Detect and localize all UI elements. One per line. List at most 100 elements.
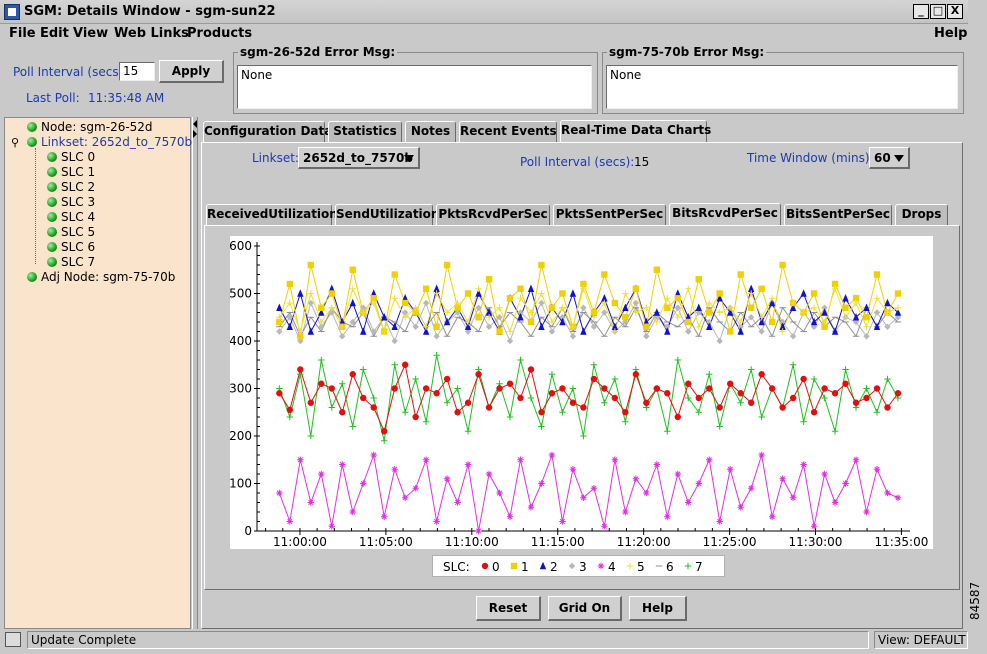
data-point	[559, 385, 566, 392]
minimize-button[interactable]: _	[913, 4, 929, 19]
data-point	[601, 523, 608, 530]
data-point	[664, 304, 671, 311]
tab-notes[interactable]: Notes	[405, 121, 456, 142]
legend-label: 5	[637, 560, 645, 574]
data-point	[674, 413, 681, 421]
menu-view[interactable]: View	[73, 26, 108, 41]
tree-node-slc6[interactable]: SLC 6	[47, 240, 95, 254]
subtab-pkts-rcvd-per-sec[interactable]: PktsRcvdPerSec	[436, 204, 550, 225]
slc-label: SLC 7	[61, 255, 96, 269]
status-ok-icon	[47, 152, 57, 162]
tree-node-linkset[interactable]: Linkset: 2652d_to_7570b	[27, 135, 192, 149]
data-point	[443, 261, 451, 269]
legend-label: 7	[695, 560, 703, 574]
tree-node-slc2[interactable]: SLC 2	[47, 180, 95, 194]
close-button[interactable]: X	[947, 4, 963, 19]
status-message: Update Complete	[27, 631, 869, 649]
data-point	[706, 309, 713, 316]
splitter[interactable]	[192, 117, 198, 629]
poll-interval-input[interactable]: 15	[119, 62, 155, 81]
help-button[interactable]: Help	[629, 596, 687, 621]
menu-edit[interactable]: Edit	[40, 26, 69, 41]
slc-label: SLC 5	[61, 225, 96, 239]
menu-products[interactable]: Products	[187, 26, 252, 41]
data-point	[318, 304, 325, 311]
data-point	[391, 271, 398, 278]
data-point	[464, 399, 472, 406]
data-point	[716, 290, 723, 297]
poll-interval-label: Poll Interval (secs)	[13, 65, 124, 79]
subtab-bits-sent-per-sec[interactable]: BitsSentPerSec	[784, 204, 892, 225]
data-point	[664, 513, 671, 520]
subtab-pkts-sent-per-sec[interactable]: PktsSentPerSec	[553, 204, 666, 225]
data-point	[727, 380, 734, 387]
data-point	[758, 285, 765, 292]
tree-node-slc3[interactable]: SLC 3	[47, 195, 95, 209]
menu-help[interactable]: Help	[934, 26, 967, 41]
tab-statistics[interactable]: Statistics	[328, 121, 402, 142]
x-tick-label: 11:25:00	[703, 535, 757, 549]
tree-node-slc0[interactable]: SLC 0	[47, 150, 95, 164]
expand-right-icon[interactable]	[193, 130, 197, 138]
bits-rcvd-chart: 600 500 400 300 200 100 0 11:00:00 11:05:00 11:10…	[230, 236, 933, 549]
data-point	[758, 371, 765, 378]
data-point	[800, 375, 807, 383]
data-point	[611, 394, 619, 402]
maximize-button[interactable]: □	[930, 4, 946, 19]
menu-bar: File Edit View Web Links Products Help	[0, 24, 968, 44]
apply-button[interactable]: Apply	[159, 60, 224, 83]
data-point	[527, 318, 535, 326]
tree-node-slc5[interactable]: SLC 5	[47, 225, 95, 239]
linkset-select-value: 2652d_to_7570b	[303, 151, 413, 165]
data-point	[852, 399, 860, 406]
data-point	[485, 404, 493, 411]
subtab-send-utilization[interactable]: SendUtilization	[335, 204, 439, 225]
tab-recent-events[interactable]: Recent Events	[459, 121, 557, 142]
status-ok-icon	[47, 257, 57, 267]
data-point	[695, 276, 702, 283]
grid-on-button[interactable]: Grid On	[548, 596, 622, 621]
status-bar: Update Complete View: DEFAULT	[0, 630, 968, 650]
app-icon	[4, 4, 20, 20]
menu-file[interactable]: File	[9, 26, 36, 41]
status-bar-icon	[5, 632, 21, 647]
tree-node-adj[interactable]: Adj Node: sgm-75-70b	[27, 270, 175, 284]
time-window-select[interactable]: 60	[869, 147, 910, 169]
tab-configuration-data[interactable]: Configuration Data	[203, 121, 332, 142]
subtab-bits-rcvd-per-sec[interactable]: BitsRcvdPerSec	[669, 203, 781, 226]
data-point	[286, 280, 294, 288]
tree-guide	[35, 148, 36, 264]
data-point	[626, 562, 634, 570]
tab-real-time-data-charts[interactable]: Real-Time Data Charts	[560, 120, 711, 143]
data-point	[328, 290, 335, 297]
data-point	[307, 261, 314, 269]
data-point	[768, 385, 776, 392]
poll-panel: Poll Interval (secs) 15 Apply Last Poll:…	[4, 48, 229, 114]
expand-key-icon[interactable]: ⚲	[11, 136, 19, 149]
time-window-value: 60	[874, 151, 891, 165]
time-window-label: Time Window (mins):	[747, 151, 874, 165]
data-point	[401, 361, 409, 368]
tree-node-slc7[interactable]: SLC 7	[47, 255, 95, 269]
y-tick-label: 600	[230, 239, 252, 253]
tree-node-label: Node: sgm-26-52d	[41, 120, 153, 134]
data-point	[548, 451, 556, 459]
tree-node-slc4[interactable]: SLC 4	[47, 210, 95, 224]
linkset-select[interactable]: 2652d_to_7570b	[298, 147, 420, 169]
data-point	[580, 404, 587, 411]
data-point	[506, 380, 514, 387]
x-tick-label: 11:00:00	[273, 535, 327, 549]
subtab-received-utilization[interactable]: ReceivedUtilization	[206, 204, 338, 225]
legend-items: SLC: 0 1 2 3 4 5 6 7	[443, 560, 703, 574]
tree-node-slc1[interactable]: SLC 1	[47, 165, 95, 179]
tree-node-root[interactable]: Node: sgm-26-52d	[27, 120, 153, 134]
menu-web-links[interactable]: Web Links	[114, 26, 189, 41]
collapse-left-icon[interactable]	[193, 120, 197, 128]
data-point	[286, 406, 294, 414]
status-ok-icon	[27, 122, 37, 132]
reset-button[interactable]: Reset	[476, 596, 541, 621]
data-point	[328, 385, 335, 392]
data-point	[873, 271, 881, 278]
data-point	[842, 480, 849, 487]
subtab-drops[interactable]: Drops	[895, 204, 948, 225]
